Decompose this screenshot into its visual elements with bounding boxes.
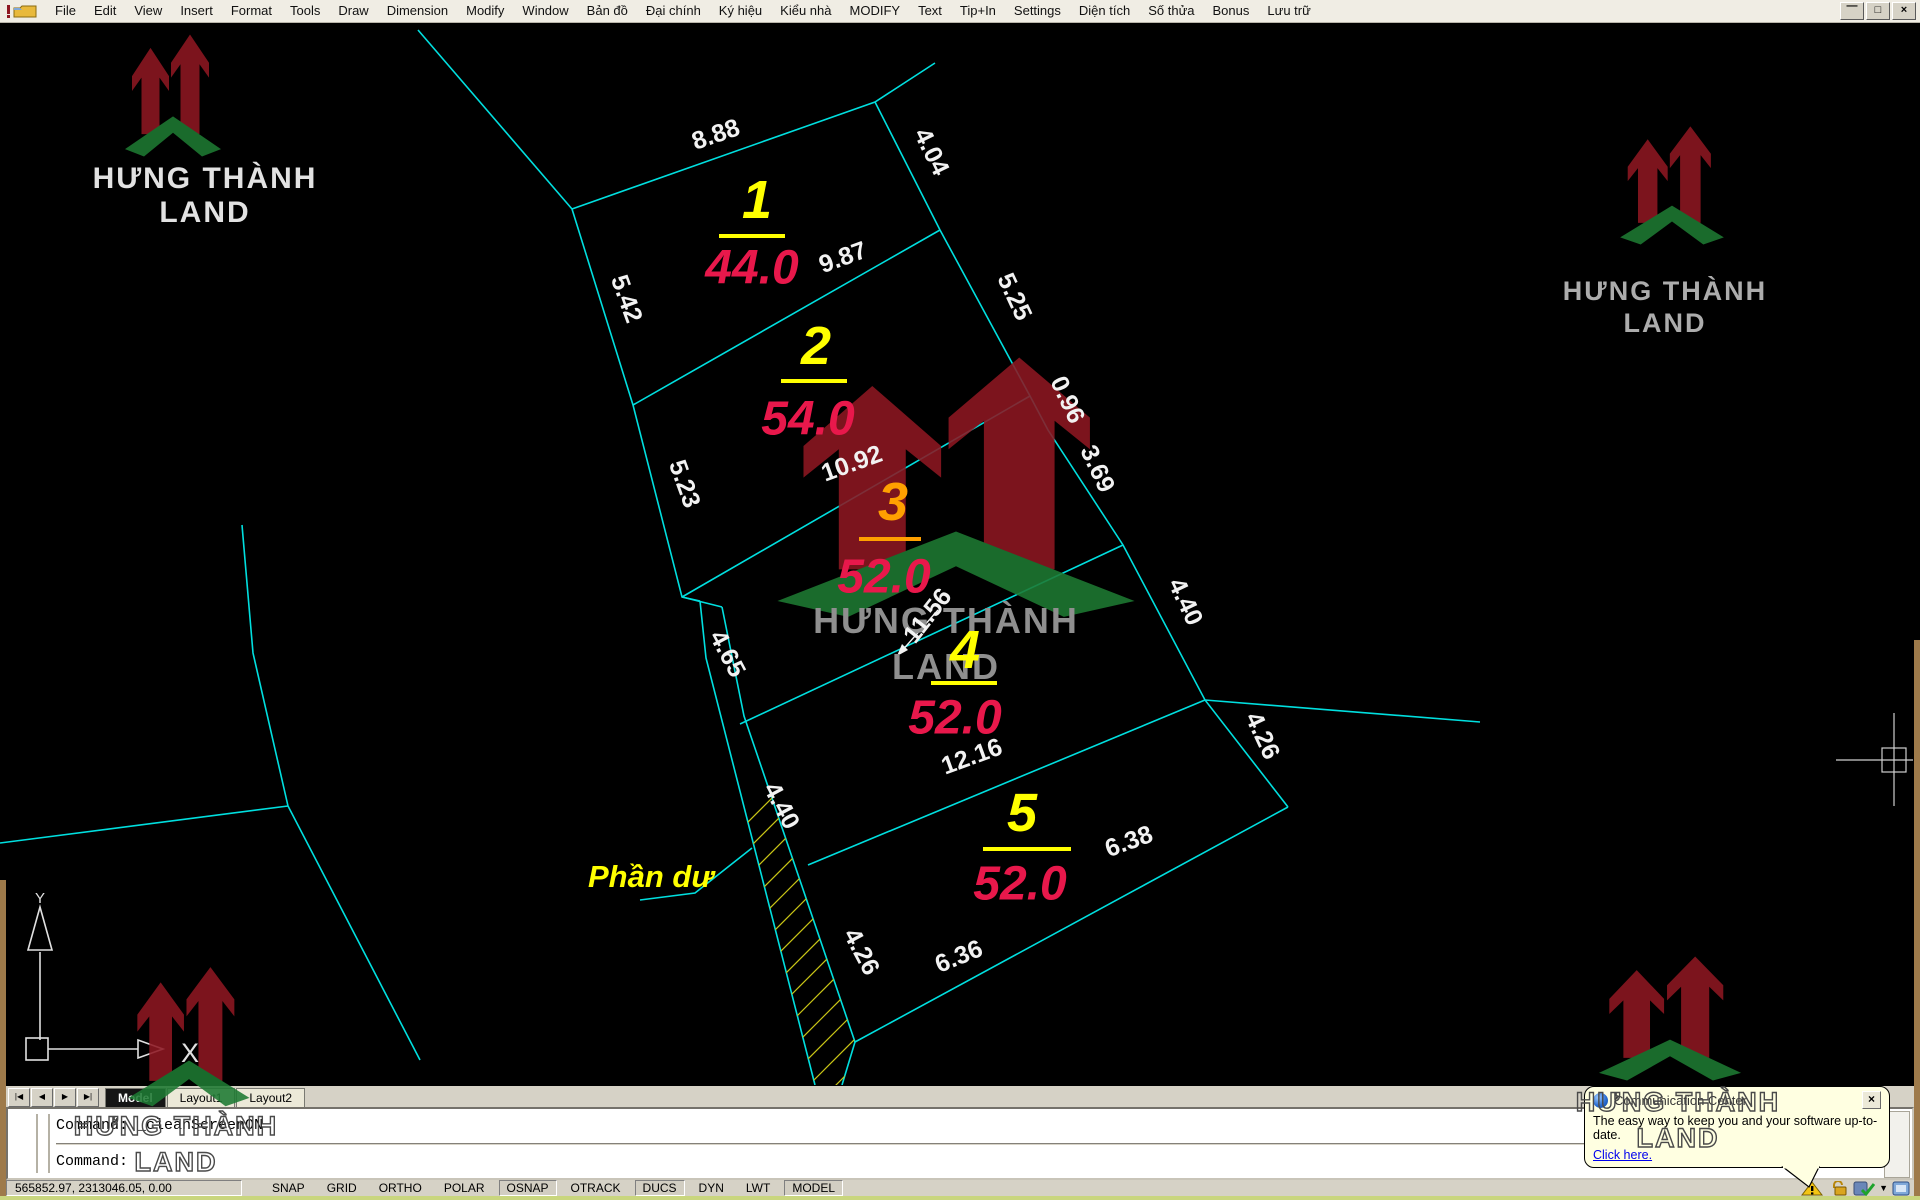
menu-items: FileEditViewInsertFormatToolsDrawDimensi…	[46, 0, 1320, 22]
road-edge-east[interactable]	[1205, 700, 1480, 722]
toggle-polar[interactable]: POLAR	[436, 1180, 493, 1196]
menu-item-window[interactable]: Window	[513, 0, 577, 22]
desktop-edge-left	[0, 880, 6, 1200]
clean-screen-icon[interactable]	[1892, 1181, 1910, 1196]
update-check-icon[interactable]	[1853, 1181, 1875, 1196]
toggle-otrack[interactable]: OTRACK	[563, 1180, 629, 1196]
tab-model[interactable]: Model	[105, 1088, 166, 1108]
layout-tabs: ModelLayout1Layout2	[105, 1088, 306, 1108]
divider-parcel-4-5[interactable]	[808, 700, 1205, 865]
menu-item-k-hi-u[interactable]: Ký hiệu	[710, 0, 771, 22]
popup-title: Communication Center	[1614, 1093, 1747, 1108]
command-history-line: Command: _cleanScreenON	[56, 1117, 263, 1134]
strip-top-edge[interactable]	[682, 597, 722, 607]
tab-nav-button-3[interactable]: ▶|	[77, 1088, 99, 1107]
dimension-leader[interactable]	[900, 610, 938, 653]
toggle-grid[interactable]: GRID	[319, 1180, 365, 1196]
menu-item-i-ch-nh[interactable]: Đại chính	[637, 0, 710, 22]
north-boundary[interactable]	[572, 63, 935, 209]
menu-item-modify[interactable]: Modify	[457, 0, 513, 22]
status-toggles: SNAP GRID ORTHO POLAR OSNAP OTRACK DUCS DYN LWT M…	[264, 1180, 843, 1196]
menu-item-ki-u-nh[interactable]: Kiểu nhà	[771, 0, 840, 22]
restore-button[interactable]: □	[1866, 2, 1890, 20]
close-glyph: ×	[1901, 4, 1907, 16]
menu-item-bonus[interactable]: Bonus	[1204, 0, 1259, 22]
minimize-glyph: —	[1847, 0, 1858, 13]
road-edge-northwest[interactable]	[418, 30, 572, 209]
tab-nav-button-2[interactable]: ▶	[54, 1088, 76, 1107]
menu-item-file[interactable]: File	[46, 0, 85, 22]
west-boundary[interactable]	[572, 209, 700, 601]
toggle-dyn[interactable]: DYN	[691, 1180, 732, 1196]
communication-center-icon	[1593, 1093, 1608, 1108]
menu-item-format[interactable]: Format	[222, 0, 281, 22]
popup-close-button[interactable]: ×	[1862, 1091, 1881, 1109]
menu-item-draw[interactable]: Draw	[329, 0, 377, 22]
toggle-model[interactable]: MODEL	[784, 1180, 843, 1196]
chevron-down-icon[interactable]: ▼	[1879, 1183, 1888, 1193]
crosshair-cursor[interactable]	[1836, 713, 1913, 806]
tab-nav-buttons: |◀◀▶▶|	[8, 1088, 99, 1107]
popup-header: Communication Center ×	[1593, 1091, 1881, 1109]
tab-nav-button-0[interactable]: |◀	[8, 1088, 30, 1107]
command-window-grip[interactable]	[36, 1114, 50, 1173]
app-icon[interactable]	[6, 3, 40, 19]
tab-nav-button-1[interactable]: ◀	[31, 1088, 53, 1107]
minimize-button[interactable]: —	[1840, 2, 1864, 20]
toggle-snap[interactable]: SNAP	[264, 1180, 313, 1196]
divider-parcel-3-4[interactable]	[740, 545, 1123, 724]
window-controls: — □ ×	[1840, 2, 1920, 20]
tab-layout2[interactable]: Layout2	[236, 1088, 305, 1108]
popup-link[interactable]: Click here.	[1593, 1148, 1652, 1162]
menu-item-di-n-t-ch[interactable]: Diện tích	[1070, 0, 1139, 22]
toggle-ortho[interactable]: ORTHO	[371, 1180, 430, 1196]
tab-layout1[interactable]: Layout1	[167, 1088, 236, 1108]
app-icon-graphic	[6, 3, 40, 19]
restore-glyph: □	[1875, 4, 1882, 16]
strip-left-edge[interactable]	[700, 601, 815, 1085]
toggle-ducs[interactable]: DUCS	[635, 1180, 685, 1196]
menu-item-settings[interactable]: Settings	[1005, 0, 1070, 22]
menu-item-modify[interactable]: MODIFY	[841, 0, 910, 22]
communication-center-popup: Communication Center × The easy way to k…	[1584, 1086, 1890, 1168]
divider-parcel-2-3[interactable]	[682, 396, 1030, 597]
command-prompt[interactable]: Command:	[56, 1153, 128, 1170]
menu-item-b-n[interactable]: Bản đồ	[578, 0, 637, 22]
menu-item-tools[interactable]: Tools	[281, 0, 329, 22]
menu-item-view[interactable]: View	[125, 0, 171, 22]
menu-bar: FileEditViewInsertFormatToolsDrawDimensi…	[0, 0, 1920, 23]
menu-item-insert[interactable]: Insert	[171, 0, 222, 22]
toggle-lwt[interactable]: LWT	[738, 1180, 778, 1196]
autocad-window: FileEditViewInsertFormatToolsDrawDimensi…	[0, 0, 1920, 1200]
status-bar: 565852.97, 2313046.05, 0.00 SNAP GRID ORTH…	[0, 1180, 1920, 1196]
ucs-x-label: X	[181, 1038, 199, 1068]
close-button[interactable]: ×	[1892, 2, 1916, 20]
drawing-entities: Y X	[0, 0, 1920, 1200]
south-boundary[interactable]	[855, 807, 1288, 1042]
menu-item-text[interactable]: Text	[909, 0, 951, 22]
lock-icon[interactable]	[1829, 1181, 1849, 1196]
desktop-edge-right	[1914, 640, 1920, 1200]
menu-item-dimension[interactable]: Dimension	[378, 0, 457, 22]
remainder-hatch[interactable]	[420, 550, 1920, 1150]
popup-tail	[1781, 1167, 1823, 1191]
popup-body: The easy way to keep you and your softwa…	[1593, 1114, 1881, 1142]
ucs-icon: Y X	[26, 890, 199, 1068]
coordinate-readout[interactable]: 565852.97, 2313046.05, 0.00	[6, 1180, 242, 1196]
ucs-y-label: Y	[35, 890, 45, 907]
toggle-osnap[interactable]: OSNAP	[499, 1180, 557, 1196]
divider-parcel-1-2[interactable]	[633, 230, 940, 405]
desktop-edge-bottom	[0, 1196, 1920, 1200]
remainder-leader[interactable]	[640, 848, 752, 900]
menu-item-tip-in[interactable]: Tip+In	[951, 0, 1005, 22]
road-edge-west-2[interactable]	[0, 806, 288, 843]
menu-item-edit[interactable]: Edit	[85, 0, 125, 22]
menu-item-l-u-tr[interactable]: Lưu trữ	[1258, 0, 1319, 22]
road-edge-west-1[interactable]	[242, 525, 420, 1060]
menu-item-s-th-a[interactable]: Số thửa	[1139, 0, 1203, 22]
